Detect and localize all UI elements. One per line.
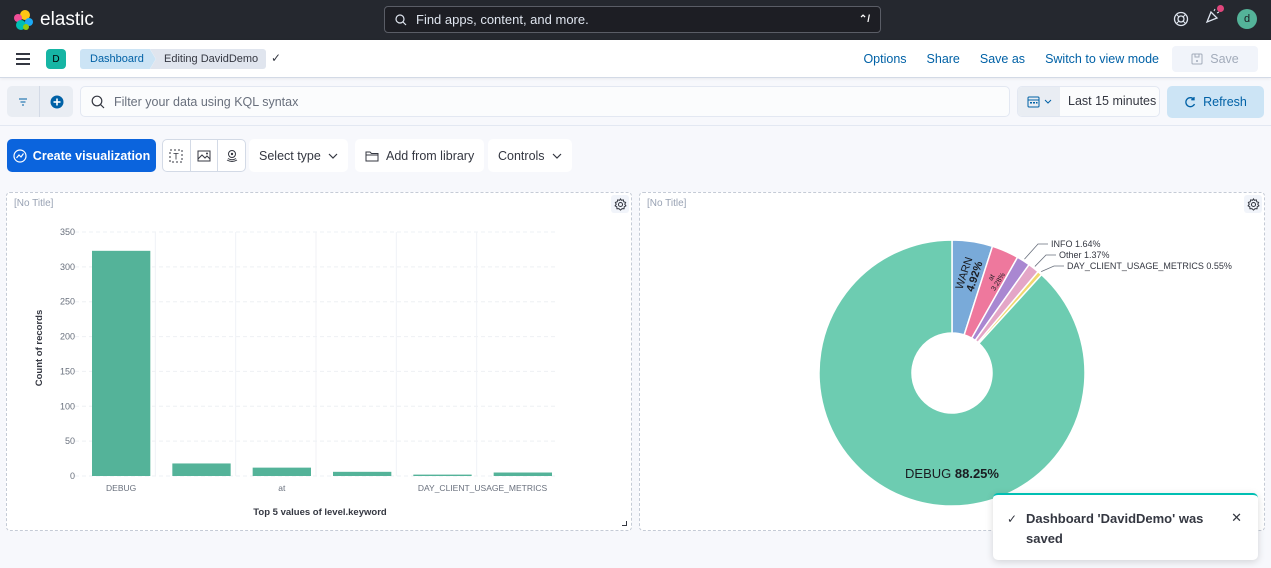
map-pin-icon [226, 149, 237, 162]
save-label: Save [1210, 52, 1239, 66]
y-axis-label: Count of records [34, 310, 45, 387]
top-header: elastic Find apps, content, and more. ⌃/… [0, 0, 1271, 40]
search-icon [91, 95, 105, 108]
global-search-placeholder: Find apps, content, and more. [416, 12, 589, 27]
notification-badge [1217, 5, 1224, 12]
brand-name: elastic [40, 9, 94, 30]
y-tick-label: 100 [60, 401, 75, 411]
menu-toggle-icon[interactable] [16, 53, 30, 65]
refresh-label: Refresh [1203, 95, 1247, 109]
bar-info[interactable] [333, 471, 392, 476]
share-link[interactable]: Share [927, 52, 960, 66]
bar-chart: 0 50 100 150 200 250 300 350 DEBUG at DAY_CLIENT_… [34, 227, 557, 518]
pie-chart-panel: [No Title] DEBUG 88.25% WARN4.92% at3.28% I… [639, 192, 1265, 531]
y-tick-label: 150 [60, 366, 75, 376]
create-visualization-label: Create visualization [32, 148, 151, 163]
bar-at[interactable] [252, 467, 311, 476]
filter-icon [19, 98, 27, 105]
folder-icon [365, 151, 379, 161]
add-filter-button[interactable] [40, 86, 73, 117]
controls-label: Controls [498, 148, 545, 163]
options-link[interactable]: Options [863, 52, 906, 66]
pie-label-debug: DEBUG 88.25% [905, 466, 999, 481]
bar-other[interactable] [493, 472, 552, 476]
y-tick-label: 300 [60, 262, 75, 272]
x-tick-label: DEBUG [106, 483, 136, 493]
x-axis-label: Top 5 values of level.keyword [253, 507, 387, 518]
calendar-icon [1027, 96, 1039, 108]
keyboard-shortcut-hint: ⌃/ [858, 14, 870, 25]
y-tick-label: 200 [60, 332, 75, 342]
leader-line [1041, 265, 1064, 273]
y-tick-label: 50 [65, 436, 75, 446]
save-as-link[interactable]: Save as [980, 52, 1025, 66]
controls-button[interactable]: Controls [488, 139, 572, 172]
plus-circle-icon [50, 95, 63, 108]
date-picker: Last 15 minutes [1017, 86, 1160, 117]
y-tick-label: 0 [70, 471, 75, 481]
save-button[interactable]: Save [1172, 46, 1258, 72]
y-tick-label: 250 [60, 297, 75, 307]
bar-chart-panel: [No Title] 0 50 100 150 200 250 300 350 DEBUG at… [6, 192, 632, 531]
select-type-button[interactable]: Select type [249, 139, 348, 172]
create-visualization-button[interactable]: Create visualization [7, 139, 156, 172]
dashboard-nav-bar: D Dashboard Editing DavidDemo ✓ Options … [0, 40, 1271, 78]
add-from-library-button[interactable]: Add from library [355, 139, 485, 172]
dashboard-toolbar: Create visualization T Select type Add f… [0, 138, 1271, 172]
toast-message: Dashboard 'DavidDemo' was saved [1026, 511, 1204, 546]
svg-text:T: T [174, 151, 180, 161]
resize-handle[interactable] [622, 521, 627, 526]
save-success-toast: ✓ Dashboard 'DavidDemo' was saved ✕ [993, 493, 1258, 560]
y-tick-label: 350 [60, 227, 75, 237]
space-avatar[interactable]: D [46, 49, 66, 69]
bar-warn[interactable] [172, 463, 231, 476]
chevron-down-icon [552, 153, 561, 159]
elastic-logo-icon [14, 10, 33, 30]
add-image-button[interactable] [191, 140, 219, 171]
quick-select-button[interactable] [1018, 87, 1060, 116]
bar-day-client-usage-metrics[interactable] [413, 474, 472, 476]
pie-chart: DEBUG 88.25%WARN4.92% at3.28%INFO 1.64%Ot… [818, 239, 1232, 507]
news-feed-button[interactable] [1205, 5, 1224, 29]
pie-label-other: Other 1.37% [1059, 250, 1110, 260]
leader-line [1034, 254, 1056, 267]
save-icon [1191, 53, 1203, 65]
kql-placeholder: Filter your data using KQL syntax [114, 94, 299, 109]
x-tick-label: DAY_CLIENT_USAGE_METRICS [418, 483, 548, 493]
check-icon: ✓ [1007, 512, 1018, 526]
text-icon: T [169, 149, 183, 162]
elastic-logo[interactable]: elastic [12, 9, 94, 31]
check-icon: ✓ [271, 51, 282, 65]
user-avatar[interactable]: d [1237, 8, 1257, 29]
pie-label-day-client-usage-metrics: DAY_CLIENT_USAGE_METRICS 0.55% [1067, 261, 1232, 271]
refresh-button[interactable]: Refresh [1167, 86, 1264, 118]
filter-menu-button[interactable] [7, 86, 40, 117]
pie-label-info: INFO 1.64% [1051, 239, 1101, 249]
select-type-label: Select type [259, 148, 321, 163]
close-icon[interactable]: ✕ [1231, 510, 1242, 526]
kql-query-input[interactable]: Filter your data using KQL syntax [80, 86, 1010, 117]
global-search-input[interactable]: Find apps, content, and more. ⌃/ [384, 6, 881, 33]
chevron-down-icon [1044, 99, 1051, 104]
breadcrumb-current: Editing DavidDemo [150, 49, 267, 69]
add-from-library-label: Add from library [386, 148, 475, 163]
search-icon [395, 13, 407, 25]
visualize-icon [13, 148, 27, 163]
add-map-button[interactable] [218, 140, 245, 171]
chevron-down-icon [328, 153, 338, 159]
query-bar: Filter your data using KQL syntax Last 1… [0, 78, 1271, 126]
bar-debug[interactable] [92, 250, 151, 476]
breadcrumb-dashboard[interactable]: Dashboard [80, 49, 156, 69]
refresh-icon [1185, 97, 1196, 108]
help-icon[interactable] [1173, 11, 1189, 27]
image-icon [197, 150, 211, 161]
time-range-value[interactable]: Last 15 minutes [1060, 87, 1156, 116]
add-text-button[interactable]: T [163, 140, 191, 171]
x-tick-label: at [278, 483, 286, 493]
switch-view-mode-link[interactable]: Switch to view mode [1045, 52, 1159, 66]
